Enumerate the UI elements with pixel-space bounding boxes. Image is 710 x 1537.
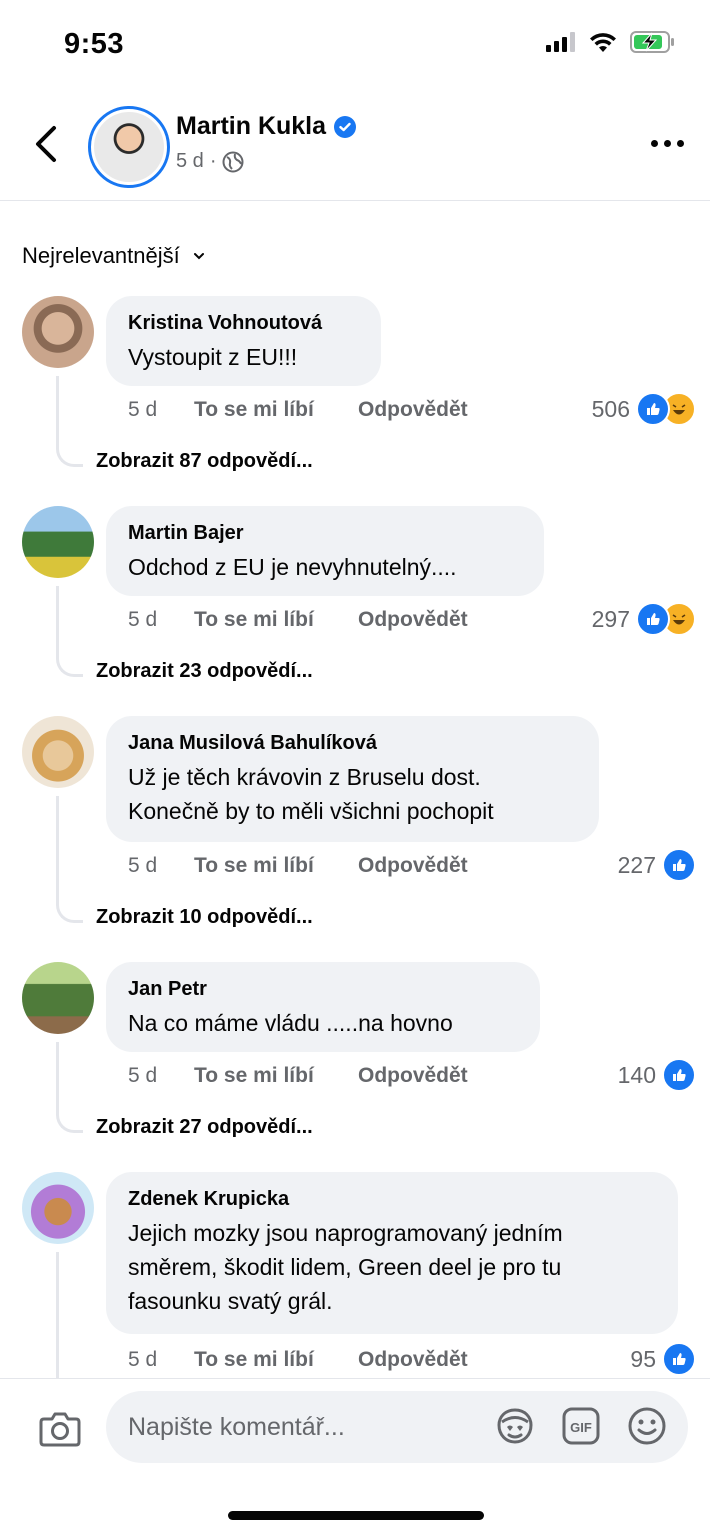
like-icon bbox=[636, 602, 670, 636]
comment-age: 5 d bbox=[128, 1348, 158, 1371]
post-age: 5 d bbox=[176, 150, 204, 172]
author-name: Martin Kukla bbox=[176, 112, 327, 140]
back-arrow-icon[interactable] bbox=[28, 122, 64, 166]
globe-icon bbox=[222, 151, 244, 172]
post-meta: 5 d · bbox=[176, 150, 244, 173]
comment-text: Vystoupit z EU!!! bbox=[128, 344, 298, 370]
comment-input[interactable]: Napište komentář... GIF bbox=[106, 1391, 688, 1463]
comment-bubble[interactable]: Zdenek Krupicka Jejich mozky jsou naprog… bbox=[106, 1172, 678, 1334]
like-button[interactable]: To se mi líbí bbox=[194, 398, 358, 422]
comment-author[interactable]: Zdenek Krupicka bbox=[128, 1186, 656, 1212]
camera-icon[interactable] bbox=[38, 1409, 82, 1449]
like-button[interactable]: To se mi líbí bbox=[194, 854, 358, 878]
reaction-summary[interactable]: 140 bbox=[618, 1058, 696, 1092]
post-header: Martin Kukla 5 d · bbox=[0, 96, 710, 201]
avatar-sticker-icon[interactable] bbox=[494, 1405, 536, 1447]
battery-charging-icon bbox=[630, 31, 674, 53]
reaction-summary[interactable]: 95 bbox=[630, 1342, 696, 1376]
comment-author[interactable]: Martin Bajer bbox=[128, 520, 522, 546]
like-button[interactable]: To se mi líbí bbox=[194, 1064, 358, 1088]
reaction-count: 140 bbox=[617, 1061, 656, 1088]
wifi-icon bbox=[590, 33, 616, 52]
comment-text: Na co máme vládu .....na hovno bbox=[128, 1010, 453, 1036]
comment-actions: 5 d To se mi líbí Odpovědět bbox=[128, 1348, 468, 1372]
commenter-avatar[interactable] bbox=[22, 716, 94, 788]
comment-text: Už je těch krávovin z Bruselu dost. Kone… bbox=[128, 764, 494, 824]
status-time: 9:53 bbox=[64, 28, 125, 60]
reaction-count: 95 bbox=[630, 1345, 656, 1372]
view-replies-link[interactable]: Zobrazit 87 odpovědí... bbox=[96, 450, 313, 473]
reply-button[interactable]: Odpovědět bbox=[358, 1064, 468, 1088]
home-indicator[interactable] bbox=[228, 1511, 484, 1520]
comment-author[interactable]: Jana Musilová Bahulíková bbox=[128, 730, 577, 756]
view-replies-link[interactable]: Zobrazit 27 odpovědí... bbox=[96, 1116, 313, 1139]
comment-text: Jejich mozky jsou naprogramovaný jedním … bbox=[128, 1220, 563, 1314]
sort-label: Nejrelevantnější bbox=[22, 243, 180, 268]
thread-connector bbox=[56, 1252, 59, 1378]
comment-author[interactable]: Jan Petr bbox=[128, 976, 518, 1002]
reply-button[interactable]: Odpovědět bbox=[358, 398, 468, 422]
signal-icon bbox=[546, 32, 575, 52]
reaction-summary[interactable]: 227 bbox=[618, 848, 696, 882]
comment-actions: 5 d To se mi líbí Odpovědět bbox=[128, 608, 468, 632]
author-avatar-image bbox=[94, 112, 164, 182]
comment-text: Odchod z EU je nevyhnutelný.... bbox=[128, 554, 457, 580]
reaction-count: 506 bbox=[591, 395, 630, 422]
commenter-avatar[interactable] bbox=[22, 962, 94, 1034]
comment-age: 5 d bbox=[128, 398, 158, 421]
author-avatar[interactable] bbox=[88, 106, 170, 188]
comment-bubble[interactable]: Martin Bajer Odchod z EU je nevyhnutelný… bbox=[106, 506, 544, 596]
thread-connector bbox=[56, 1042, 83, 1133]
reaction-count: 297 bbox=[591, 605, 630, 632]
meta-separator: · bbox=[209, 150, 217, 172]
reaction-count: 227 bbox=[617, 851, 656, 878]
comment-author[interactable]: Kristina Vohnoutová bbox=[128, 310, 359, 336]
comment-age: 5 d bbox=[128, 608, 158, 631]
gif-icon[interactable]: GIF bbox=[560, 1405, 602, 1447]
like-icon bbox=[662, 848, 696, 882]
status-bar: 9:53 bbox=[0, 0, 710, 90]
reaction-summary[interactable]: 297 bbox=[592, 602, 696, 636]
like-button[interactable]: To se mi líbí bbox=[194, 1348, 358, 1372]
like-icon bbox=[662, 1342, 696, 1376]
thread-connector bbox=[56, 376, 83, 467]
comment-age: 5 d bbox=[128, 854, 158, 877]
comment-bubble[interactable]: Kristina Vohnoutová Vystoupit z EU!!! bbox=[106, 296, 381, 386]
svg-text:GIF: GIF bbox=[570, 1420, 592, 1435]
comment-input-placeholder: Napište komentář... bbox=[128, 1413, 345, 1441]
reply-button[interactable]: Odpovědět bbox=[358, 608, 468, 632]
reply-button[interactable]: Odpovědět bbox=[358, 1348, 468, 1372]
like-icon bbox=[662, 1058, 696, 1092]
commenter-avatar[interactable] bbox=[22, 296, 94, 368]
commenter-avatar[interactable] bbox=[22, 506, 94, 578]
reply-button[interactable]: Odpovědět bbox=[358, 854, 468, 878]
verified-badge-icon bbox=[334, 115, 357, 138]
comment-bubble[interactable]: Jana Musilová Bahulíková Už je těch kráv… bbox=[106, 716, 599, 842]
view-replies-link[interactable]: Zobrazit 10 odpovědí... bbox=[96, 906, 313, 929]
reaction-summary[interactable]: 506 bbox=[592, 392, 696, 426]
comment-bubble[interactable]: Jan Petr Na co máme vládu .....na hovno bbox=[106, 962, 540, 1052]
comment-actions: 5 d To se mi líbí Odpovědět bbox=[128, 398, 468, 422]
author-name-row[interactable]: Martin Kukla bbox=[176, 112, 357, 141]
comment-actions: 5 d To se mi líbí Odpovědět bbox=[128, 854, 468, 878]
comment-age: 5 d bbox=[128, 1064, 158, 1087]
status-icons bbox=[546, 30, 676, 54]
more-options-icon[interactable] bbox=[651, 140, 684, 147]
commenter-avatar[interactable] bbox=[22, 1172, 94, 1244]
like-button[interactable]: To se mi líbí bbox=[194, 608, 358, 632]
emoji-icon[interactable] bbox=[626, 1405, 668, 1447]
comment-sort-dropdown[interactable]: Nejrelevantnější bbox=[22, 243, 206, 269]
thread-connector bbox=[56, 796, 83, 923]
chevron-down-icon bbox=[193, 253, 204, 260]
thread-connector bbox=[56, 586, 83, 677]
comment-actions: 5 d To se mi líbí Odpovědět bbox=[128, 1064, 468, 1088]
view-replies-link[interactable]: Zobrazit 23 odpovědí... bbox=[96, 660, 313, 683]
like-icon bbox=[636, 392, 670, 426]
